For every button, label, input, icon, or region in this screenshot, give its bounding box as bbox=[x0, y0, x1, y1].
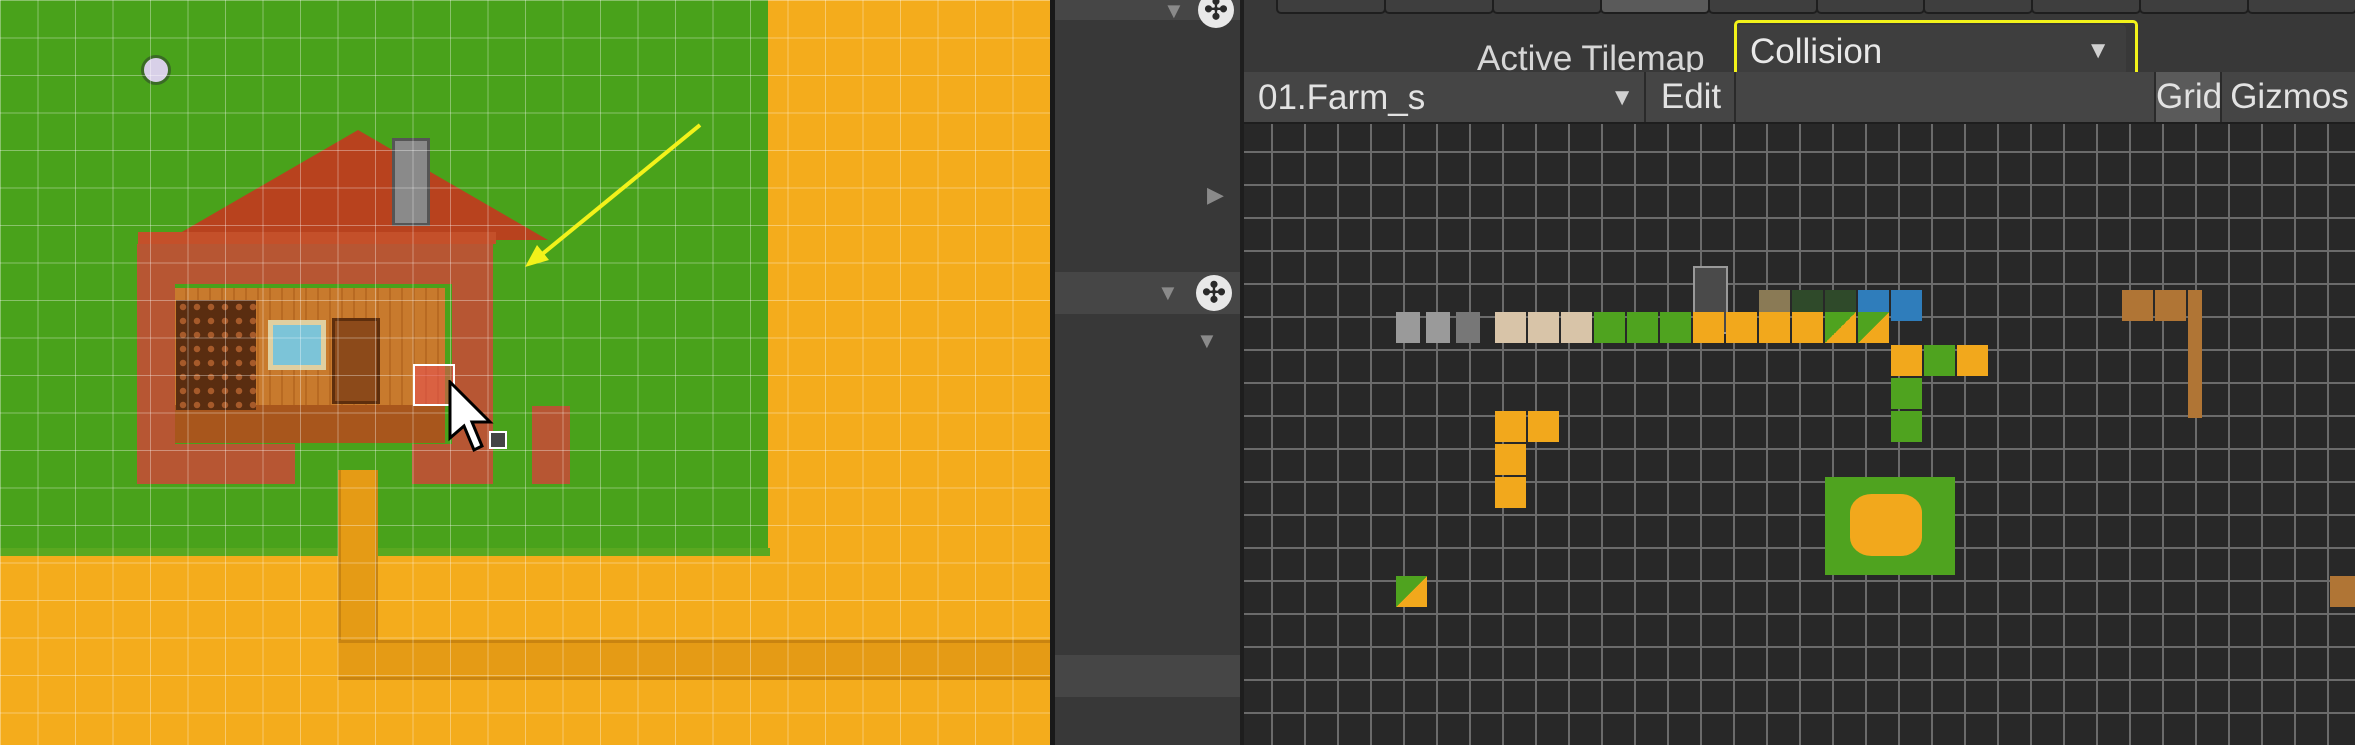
tool-box-fill-button[interactable] bbox=[1599, 0, 1710, 14]
palette-tile[interactable] bbox=[1891, 411, 1922, 442]
palette-header-bar: 01.Farm_s ▼ Edit Grid Gizmos bbox=[1244, 72, 2355, 124]
palette-tile[interactable] bbox=[1528, 312, 1559, 343]
gizmos-button[interactable]: Gizmos bbox=[2220, 72, 2355, 122]
palette-tile[interactable] bbox=[1660, 312, 1691, 343]
edit-button[interactable]: Edit bbox=[1644, 72, 1736, 122]
dropdown-arrow-icon: ▼ bbox=[1610, 84, 1634, 111]
palette-toolbar bbox=[1276, 0, 2355, 14]
palette-tile[interactable] bbox=[1456, 312, 1480, 343]
palette-tile[interactable] bbox=[1850, 494, 1922, 556]
palette-tile[interactable] bbox=[1924, 345, 1955, 376]
scene-view[interactable] bbox=[0, 0, 1050, 745]
palette-tile[interactable] bbox=[1726, 312, 1757, 343]
grid-toggle-button[interactable]: Grid bbox=[2154, 72, 2222, 122]
palette-dropdown-value: 01.Farm_s bbox=[1258, 78, 1426, 117]
palette-tile[interactable] bbox=[1693, 312, 1724, 343]
palette-dropdown[interactable]: 01.Farm_s ▼ bbox=[1250, 72, 1644, 122]
palette-tile[interactable] bbox=[1561, 312, 1592, 343]
palette-tile[interactable] bbox=[2155, 290, 2186, 321]
palette-tile[interactable] bbox=[1426, 312, 1450, 343]
mouse-cursor-icon bbox=[448, 380, 507, 453]
tool-fill-button[interactable] bbox=[1923, 0, 2034, 14]
palette-spacer bbox=[1734, 72, 1836, 122]
hierarchy-panel[interactable]: ▼ ✣ ▶ ▼ ✣ ▼ bbox=[1055, 0, 1240, 745]
palette-tile[interactable] bbox=[1396, 576, 1427, 607]
unity-logo-icon: ✣ bbox=[1198, 0, 1234, 28]
palette-tile[interactable] bbox=[2188, 290, 2202, 418]
palette-tile[interactable] bbox=[1957, 345, 1988, 376]
palette-tile[interactable] bbox=[1528, 411, 1559, 442]
palette-tile[interactable] bbox=[1891, 378, 1922, 409]
palette-tile[interactable] bbox=[1792, 312, 1823, 343]
palette-tile[interactable] bbox=[1891, 345, 1922, 376]
tool-paint-button[interactable] bbox=[1491, 0, 1602, 14]
fold-right-icon[interactable]: ▶ bbox=[1207, 184, 1224, 206]
annotation-arrow-icon bbox=[525, 123, 702, 267]
palette-tile[interactable] bbox=[1858, 312, 1889, 343]
palette-tile[interactable] bbox=[1396, 312, 1420, 343]
fold-down-icon[interactable]: ▼ bbox=[1157, 282, 1179, 304]
tool-flip-button[interactable] bbox=[2139, 0, 2250, 14]
palette-tile[interactable] bbox=[1627, 312, 1658, 343]
fold-down-icon[interactable]: ▼ bbox=[1196, 330, 1218, 352]
palette-tile-grid[interactable] bbox=[1244, 124, 2355, 745]
palette-tile[interactable] bbox=[1891, 290, 1922, 321]
palette-tile[interactable] bbox=[1594, 312, 1625, 343]
palette-tile[interactable] bbox=[1495, 477, 1526, 508]
palette-tile[interactable] bbox=[1495, 411, 1526, 442]
scene-grid bbox=[0, 0, 1050, 745]
tool-select-button[interactable] bbox=[1276, 0, 1386, 14]
palette-tile[interactable] bbox=[1495, 444, 1526, 475]
tool-erase-button[interactable] bbox=[1815, 0, 1926, 14]
tool-pick-button[interactable] bbox=[1707, 0, 1818, 14]
palette-tile[interactable] bbox=[1825, 312, 1856, 343]
unity-logo-icon: ✣ bbox=[1196, 275, 1232, 311]
tool-move-button[interactable] bbox=[1383, 0, 1494, 14]
palette-tile[interactable] bbox=[1495, 312, 1526, 343]
palette-tile[interactable] bbox=[2330, 576, 2355, 607]
tool-extra-button[interactable] bbox=[2247, 0, 2355, 14]
palette-tile[interactable] bbox=[1759, 312, 1790, 343]
palette-tile[interactable] bbox=[2122, 290, 2153, 321]
tool-rotate-button[interactable] bbox=[2031, 0, 2142, 14]
tile-palette-panel[interactable]: Active Tilemap Collision ▼ 01.Farm_s ▼ E… bbox=[1244, 0, 2355, 745]
fold-down-icon[interactable]: ▼ bbox=[1163, 0, 1185, 22]
hierarchy-row-bottom[interactable] bbox=[1055, 655, 1240, 697]
